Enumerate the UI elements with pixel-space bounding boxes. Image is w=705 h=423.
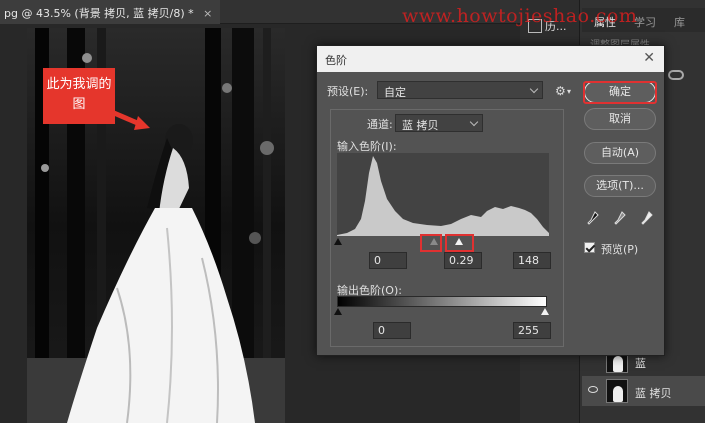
input-white-value: 148: [518, 254, 539, 267]
black-eyedropper-icon[interactable]: [587, 211, 599, 225]
document-tab-title: pg @ 43.5% (背景 拷贝, 蓝 拷贝/8) *: [4, 7, 194, 20]
preview-label: 预览(P): [601, 243, 639, 256]
output-white-field[interactable]: 255: [513, 322, 551, 339]
output-black-value: 0: [378, 324, 385, 337]
layer-row-selected[interactable]: 蓝 拷贝: [582, 376, 705, 406]
callout-arrow-icon: [113, 110, 150, 130]
annotation-callout: 此为我调的图: [43, 68, 115, 124]
cancel-button[interactable]: 取消: [584, 108, 656, 130]
dialog-title: 色阶: [325, 54, 347, 67]
input-black-field[interactable]: 0: [369, 252, 407, 269]
layer-name: 蓝 拷贝: [635, 387, 672, 400]
output-white-value: 255: [518, 324, 539, 337]
channel-label: 通道:: [367, 118, 393, 131]
input-white-field[interactable]: 148: [513, 252, 551, 269]
levels-dialog: 色阶 ✕ 预设(E): 自定 ⚙ ▾ 通道: 蓝 拷贝 输入色阶(I): 0 0…: [316, 45, 665, 356]
layer-name: 蓝: [635, 357, 646, 370]
document-tab[interactable]: pg @ 43.5% (背景 拷贝, 蓝 拷贝/8) * ×: [0, 0, 221, 24]
input-black-value: 0: [374, 254, 381, 267]
tab-libraries[interactable]: 库: [674, 14, 685, 30]
output-white-slider[interactable]: [541, 308, 549, 315]
callout-text: 此为我调的图: [46, 77, 112, 112]
output-black-slider[interactable]: [334, 308, 342, 315]
preset-value: 自定: [384, 86, 406, 99]
highlight-box-ok: [583, 81, 657, 104]
input-levels-label: 输入色阶(I):: [337, 140, 397, 153]
input-gamma-field[interactable]: 0.29: [444, 252, 482, 269]
histogram-graph: [337, 156, 549, 236]
white-eyedropper-icon[interactable]: [641, 211, 653, 225]
gray-eyedropper-icon[interactable]: [614, 211, 626, 225]
output-black-field[interactable]: 0: [373, 322, 411, 339]
auto-button[interactable]: 自动(A): [584, 142, 656, 164]
watermark: www.howtojieshao.com: [402, 5, 638, 27]
tab-close-icon[interactable]: ×: [203, 7, 212, 20]
channel-select[interactable]: 蓝 拷贝: [395, 114, 483, 132]
histogram: [337, 153, 549, 236]
dialog-title-bar[interactable]: 色阶 ✕: [317, 46, 664, 72]
output-gradient-bar: [337, 296, 547, 307]
input-black-slider[interactable]: [334, 238, 342, 245]
highlight-box-gamma: [420, 234, 442, 252]
input-gamma-value: 0.29: [449, 254, 474, 267]
gear-icon[interactable]: ⚙: [555, 84, 566, 98]
options-button[interactable]: 选项(T)...: [584, 175, 656, 197]
close-icon[interactable]: ✕: [643, 50, 655, 66]
preset-select[interactable]: 自定: [377, 81, 543, 99]
preview-checkbox[interactable]: [584, 242, 595, 253]
channel-value: 蓝 拷贝: [402, 119, 439, 132]
eye-icon[interactable]: [588, 386, 598, 393]
layer-thumbnail: [606, 379, 628, 403]
preset-label: 预设(E):: [327, 85, 369, 98]
chevron-down-icon[interactable]: ▾: [567, 87, 571, 96]
highlight-box-white: [445, 234, 474, 252]
link-icon[interactable]: [668, 70, 684, 80]
